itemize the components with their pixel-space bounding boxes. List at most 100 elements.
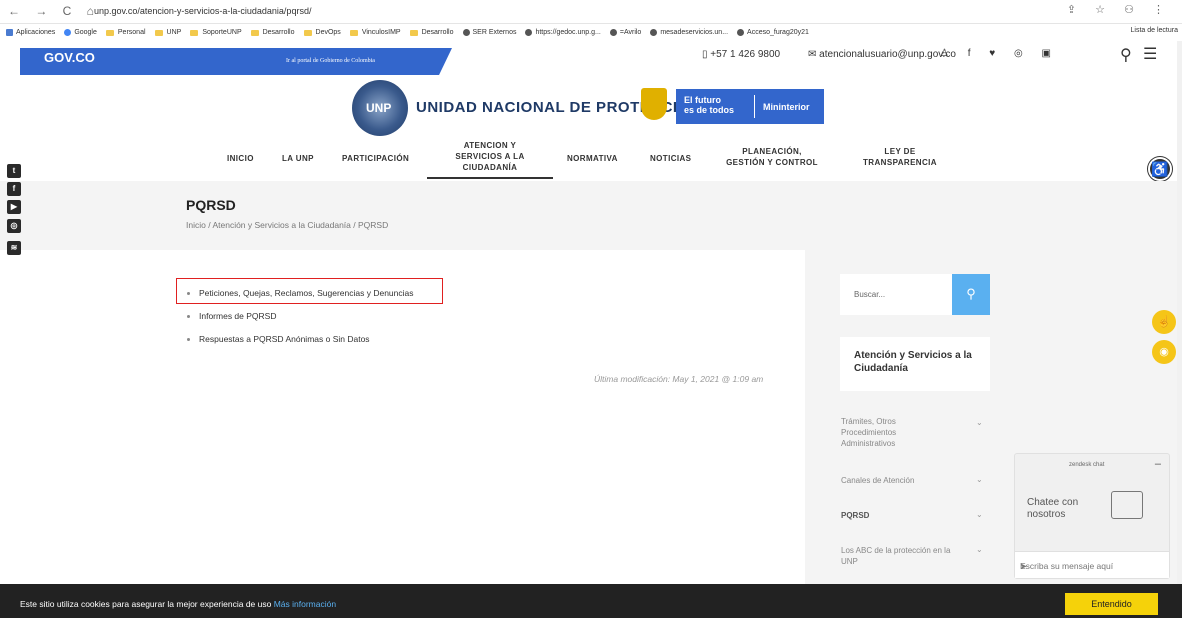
email-link[interactable]: ✉ atencionalusuario@unp.gov.co xyxy=(808,49,956,60)
sidebar-item-abc[interactable]: Los ABC de la protección en la UNP xyxy=(841,545,950,567)
emblem-text: UNP xyxy=(366,101,392,115)
bookmark-item[interactable]: VinculosIMP xyxy=(349,29,401,36)
globe-icon xyxy=(462,29,470,36)
bookmark-label: Desarrollo xyxy=(262,29,295,36)
bookmark-item[interactable]: SoporteUNP xyxy=(190,29,242,36)
twitter-icon[interactable]: t xyxy=(7,164,21,178)
list-item[interactable]: Informes de PQRSD xyxy=(187,311,276,321)
bookmark-label: Personal xyxy=(117,29,146,36)
folder-icon xyxy=(105,29,114,36)
browser-toolbar: ← → C ⌂ unp.gov.co/atencion-y-servicios-… xyxy=(0,0,1182,24)
search-placeholder: Buscar... xyxy=(854,290,886,299)
list-item[interactable]: Peticiones, Quejas, Reclamos, Sugerencia… xyxy=(187,288,414,298)
instagram-icon[interactable]: ◎ xyxy=(7,219,21,233)
rss-icon[interactable]: ≋ xyxy=(7,241,21,255)
pointer-help-icon[interactable]: ☝ xyxy=(1152,310,1176,334)
bookmark-item[interactable]: Google xyxy=(64,29,97,36)
send-icon[interactable]: ➤ xyxy=(1020,561,1160,572)
bookmark-item[interactable]: Acceso_furag20y21 xyxy=(737,29,809,36)
bookmark-label: SER Externos xyxy=(472,29,517,36)
last-modified: Última modificación: May 1, 2021 @ 1:09 … xyxy=(594,374,764,384)
accessibility-icon[interactable]: ♿ xyxy=(1148,157,1172,181)
bookmark-label: mesadeservicios.un... xyxy=(660,29,729,36)
cookie-text: Este sitio utiliza cookies para asegurar… xyxy=(20,599,336,609)
bookmark-label: SoporteUNP xyxy=(202,29,242,36)
cookie-accept-button[interactable]: Entendido xyxy=(1065,593,1158,615)
sidebar-item-pqrsd[interactable]: PQRSD xyxy=(841,510,869,521)
list-item[interactable]: Respuestas a PQRSD Anónimas o Sin Datos xyxy=(187,334,370,344)
bookmark-item[interactable]: Personal xyxy=(105,29,146,36)
bookmark-item[interactable]: Desarrollo xyxy=(409,29,454,36)
bookmark-item[interactable]: Desarrollo xyxy=(250,29,295,36)
chat-header: zendesk chat xyxy=(1069,462,1105,468)
nav-item-planeacion[interactable]: PLANEACIÓN, GESTIÓN Y CONTROL xyxy=(722,146,822,168)
search-button[interactable]: ⚲ xyxy=(952,274,990,315)
folder-icon xyxy=(303,29,312,36)
cookie-message: Este sitio utiliza cookies para asegurar… xyxy=(20,599,274,609)
address-bar[interactable]: unp.gov.co/atencion-y-servicios-a-la-ciu… xyxy=(94,6,311,16)
bookmark-item[interactable]: UNP xyxy=(154,29,181,36)
chevron-down-icon[interactable]: ⌄ xyxy=(976,418,983,427)
gov-portal-link[interactable]: Ir al portal de Gobierno de Colombia xyxy=(286,58,375,64)
nav-item-participacion[interactable]: PARTICIPACIÓN xyxy=(342,153,409,164)
chevron-down-icon[interactable]: ⌄ xyxy=(976,545,983,554)
section-title: Atención y Servicios a la Ciudadanía xyxy=(854,350,972,374)
reading-list-button[interactable]: Lista de lectura xyxy=(1131,27,1178,34)
nav-item-noticias[interactable]: NOTICIAS xyxy=(650,153,691,164)
sidebar-item-canales[interactable]: Canales de Atención xyxy=(841,475,914,486)
bookmark-item[interactable]: =Avrilo xyxy=(609,29,642,36)
link-informes[interactable]: Informes de PQRSD xyxy=(199,311,276,321)
title-band xyxy=(0,181,1182,250)
bookmark-item[interactable]: Aplicaciones xyxy=(6,29,55,36)
globe-icon xyxy=(609,29,617,36)
folder-icon xyxy=(409,29,418,36)
browser-right-icons[interactable]: ⇪ ☆ ⚇ ⋮ xyxy=(1067,3,1172,16)
youtube-icon[interactable]: ▶ xyxy=(7,200,21,214)
nav-item-la-unp[interactable]: LA UNP xyxy=(282,153,314,164)
link-pqrsd[interactable]: Peticiones, Quejas, Reclamos, Sugerencia… xyxy=(199,288,414,298)
chat-widget[interactable]: zendesk chat – Chatee con nosotros Escri… xyxy=(1014,453,1170,579)
bookmark-label: =Avrilo xyxy=(619,29,642,36)
bookmark-item[interactable]: https://gedoc.unp.g... xyxy=(525,29,601,36)
chat-input[interactable]: Escriba su mensaje aquí ➤ xyxy=(1015,551,1169,578)
browser-nav-icons[interactable]: ← → C ⌂ xyxy=(8,4,100,18)
search-input[interactable]: Buscar... xyxy=(840,274,952,315)
bookmark-label: Desarrollo xyxy=(421,29,454,36)
colombia-shield-icon xyxy=(641,88,667,120)
bookmark-item[interactable]: DevOps xyxy=(303,29,341,36)
breadcrumb[interactable]: Inicio / Atención y Servicios a la Ciuda… xyxy=(186,220,388,230)
google-icon xyxy=(64,29,72,36)
chat-bubble-icon xyxy=(1111,491,1143,519)
nav-item-transparencia[interactable]: LEY DE TRANSPARENCIA xyxy=(850,146,950,168)
sidebar-item-tramites[interactable]: Trámites, Otros Procedimientos Administr… xyxy=(841,416,896,449)
ministry-text: Mininterior xyxy=(763,102,810,112)
nav-item-inicio[interactable]: INICIO xyxy=(227,153,254,164)
chevron-down-icon[interactable]: ⌄ xyxy=(976,475,983,484)
folder-icon xyxy=(349,29,358,36)
chevron-down-icon[interactable]: ⌄ xyxy=(976,510,983,519)
futuro-banner[interactable]: El futuro es de todos Mininterior xyxy=(676,89,824,124)
globe-icon xyxy=(737,29,745,36)
scrollbar[interactable] xyxy=(1177,41,1182,584)
gov-co-logo[interactable]: GOV.CO xyxy=(44,50,95,65)
eye-icon[interactable]: ◉ xyxy=(1152,340,1176,364)
bookmark-label: VinculosIMP xyxy=(361,29,401,36)
bullet xyxy=(187,314,190,318)
chat-message: Chatee con nosotros xyxy=(1027,497,1079,520)
bookmark-item[interactable]: SER Externos xyxy=(462,29,517,36)
nav-item-atencion[interactable]: ATENCION Y SERVICIOS A LA CIUDADANÍA xyxy=(440,140,540,173)
facebook-icon[interactable]: f xyxy=(7,182,21,196)
futuro-text: El futuro es de todos xyxy=(684,95,735,115)
unp-emblem-logo[interactable]: UNP xyxy=(352,80,408,136)
bullet xyxy=(187,291,190,295)
minimize-icon[interactable]: – xyxy=(1155,458,1161,470)
bookmark-item[interactable]: mesadeservicios.un... xyxy=(650,29,728,36)
bookmarks-bar: Aplicaciones Google Personal UNP SoporteUNP D… xyxy=(0,24,1182,41)
cookie-more-info-link[interactable]: Más información xyxy=(274,599,336,609)
social-icons-top[interactable]: ♙ f ♥ ◎ ▣ xyxy=(940,48,1059,59)
nav-item-normativa[interactable]: NORMATIVA xyxy=(567,153,618,164)
globe-icon xyxy=(525,29,533,36)
link-respuestas[interactable]: Respuestas a PQRSD Anónimas o Sin Datos xyxy=(199,334,370,344)
search-icon[interactable]: ⚲ xyxy=(1120,45,1132,65)
menu-icon[interactable]: ☰ xyxy=(1143,44,1157,64)
